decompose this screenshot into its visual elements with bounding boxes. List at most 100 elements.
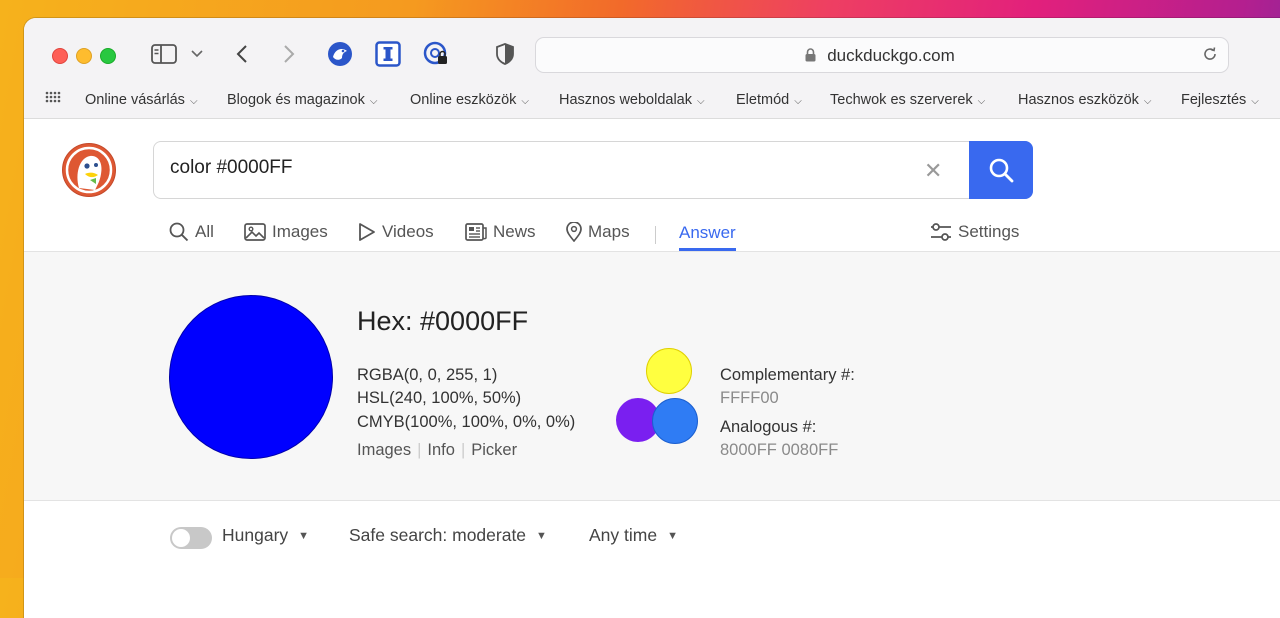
cmyb-value: CMYB(100%, 100%, 0%, 0%) [357, 413, 576, 431]
forward-icon[interactable] [279, 40, 299, 68]
color-answer-panel: Hex: #0000FF RGBA(0, 0, 255, 1) HSL(240,… [24, 252, 1280, 501]
search-box: ✕ [153, 141, 1033, 199]
rgba-value: RGBA(0, 0, 255, 1) [357, 366, 498, 384]
analogous-label: Analogous #: [720, 418, 817, 436]
bookmark-label: Hasznos eszközök [1018, 92, 1139, 108]
minimize-window-button[interactable] [76, 48, 92, 64]
settings-button[interactable]: Settings [930, 217, 1019, 247]
complementary-swatch[interactable] [646, 348, 692, 394]
toggle-knob [172, 529, 190, 547]
reload-icon[interactable] [1202, 46, 1218, 67]
back-icon[interactable] [232, 40, 252, 68]
chevron-down-icon: ⌵ [697, 96, 705, 107]
address-url: duckduckgo.com [827, 46, 955, 65]
bookmark-folder[interactable]: Hasznos weboldalak ⌵ [559, 92, 705, 108]
search-tabs: All Images Videos News Maps Answer Setti… [24, 211, 1280, 252]
duckduckgo-logo[interactable] [62, 143, 116, 197]
safe-search-label: Safe search: moderate [349, 525, 527, 545]
region-label: Hungary [222, 525, 289, 545]
tab-images[interactable]: Images [244, 217, 328, 247]
time-label: Any time [589, 525, 658, 545]
region-toggle[interactable] [170, 527, 212, 549]
bookmarks-bar: Online vásárlás ⌵ Blogok és magazinok ⌵ On… [24, 84, 1280, 119]
tab-videos[interactable]: Videos [358, 217, 434, 247]
bookmark-folder[interactable]: Techwok es szerverek ⌵ [830, 92, 985, 108]
region-dropdown[interactable]: Hungary ▼ [222, 525, 309, 546]
bookmark-folder[interactable]: Hasznos eszközök ⌵ [1018, 92, 1151, 108]
caret-down-icon: ▼ [536, 530, 547, 542]
info-link[interactable]: Info [427, 441, 455, 459]
caret-down-icon: ▼ [667, 530, 678, 542]
close-window-button[interactable] [52, 48, 68, 64]
search-results-page: ✕ All Images Videos News [24, 119, 1280, 618]
search-icon [169, 222, 189, 242]
analogous-value: 8000FF 0080FF [720, 441, 839, 459]
map-pin-icon [566, 222, 582, 242]
caret-down-icon: ▼ [298, 530, 310, 542]
browser-toolbar: duckduckgo.com [24, 18, 1280, 94]
images-link[interactable]: Images [357, 441, 411, 459]
chevron-down-icon: ⌵ [189, 96, 198, 107]
zoom-window-button[interactable] [100, 48, 116, 64]
link-divider: | [417, 441, 422, 459]
hex-value: Hex: #0000FF [357, 306, 529, 336]
bookmark-folder[interactable]: Online vásárlás ⌵ [85, 92, 198, 108]
tab-answer[interactable]: Answer [679, 217, 736, 251]
tab-label: Images [272, 222, 328, 241]
tab-all[interactable]: All [169, 217, 214, 247]
search-input[interactable] [168, 156, 892, 180]
bookmark-label: Online vásárlás [85, 92, 185, 108]
duckduckgo-extension-icon[interactable] [326, 40, 354, 68]
answer-links: Images | Info | Picker [357, 441, 517, 460]
tab-label: Settings [958, 222, 1020, 241]
tab-label: All [195, 222, 214, 241]
browser-window: duckduckgo.com Online vásárlás ⌵ Blogok é… [24, 18, 1280, 618]
bookmark-label: Eletmód [736, 92, 790, 108]
bookmark-label: Techwok es szerverek [830, 92, 973, 108]
tab-divider [655, 226, 656, 244]
analogous-swatch-2[interactable] [652, 398, 698, 444]
newspaper-icon [465, 223, 487, 241]
clear-icon[interactable]: ✕ [924, 158, 942, 184]
chevron-down-icon: ⌵ [369, 96, 378, 107]
complementary-value: FFFF00 [720, 389, 779, 407]
bookmark-folder[interactable]: Blogok és magazinok ⌵ [227, 92, 377, 108]
time-dropdown[interactable]: Any time ▼ [589, 525, 678, 546]
tab-label: Answer [679, 222, 736, 242]
picker-link[interactable]: Picker [471, 441, 517, 459]
chevron-down-icon: ⌵ [1251, 96, 1259, 107]
chevron-down-icon: ⌵ [1143, 96, 1152, 107]
safe-search-dropdown[interactable]: Safe search: moderate ▼ [349, 525, 547, 546]
search-filters: Hungary ▼ Safe search: moderate ▼ Any time… [24, 519, 1280, 559]
tab-label: Maps [588, 222, 630, 241]
tab-label: Videos [382, 222, 434, 241]
hsl-value: HSL(240, 100%, 50%) [357, 389, 522, 407]
bookmark-label: Online eszközök [410, 92, 517, 108]
bookmark-label: Hasznos weboldalak [559, 92, 692, 108]
tab-news[interactable]: News [465, 217, 536, 247]
tab-label: News [493, 222, 536, 241]
sidebar-toggle-icon[interactable] [150, 40, 178, 68]
search-icon [989, 158, 1014, 183]
tab-maps[interactable]: Maps [566, 217, 630, 247]
link-divider: | [460, 441, 466, 459]
color-swatch [169, 295, 333, 459]
chevron-down-icon: ⌵ [794, 96, 802, 107]
privacy-shield-icon[interactable] [494, 40, 516, 68]
apps-grid-icon[interactable] [44, 90, 62, 112]
play-icon [359, 223, 375, 241]
search-button[interactable] [969, 141, 1033, 199]
bookmark-folder[interactable]: Fejlesztés ⌵ [1181, 92, 1259, 108]
bookmark-folder[interactable]: Eletmód ⌵ [736, 92, 802, 108]
bookmark-folder[interactable]: Online eszközök ⌵ [410, 92, 529, 108]
instapaper-icon[interactable] [374, 40, 402, 68]
bookmark-label: Fejlesztés [1181, 92, 1247, 108]
chevron-down-icon: ⌵ [977, 96, 986, 107]
password-manager-icon[interactable] [422, 40, 450, 68]
address-bar[interactable]: duckduckgo.com [535, 37, 1229, 73]
bookmark-label: Blogok és magazinok [227, 92, 365, 108]
chevron-down-icon: ⌵ [521, 96, 529, 107]
image-icon [244, 223, 266, 241]
sliders-icon [931, 223, 951, 241]
chevron-down-icon[interactable] [189, 40, 205, 68]
